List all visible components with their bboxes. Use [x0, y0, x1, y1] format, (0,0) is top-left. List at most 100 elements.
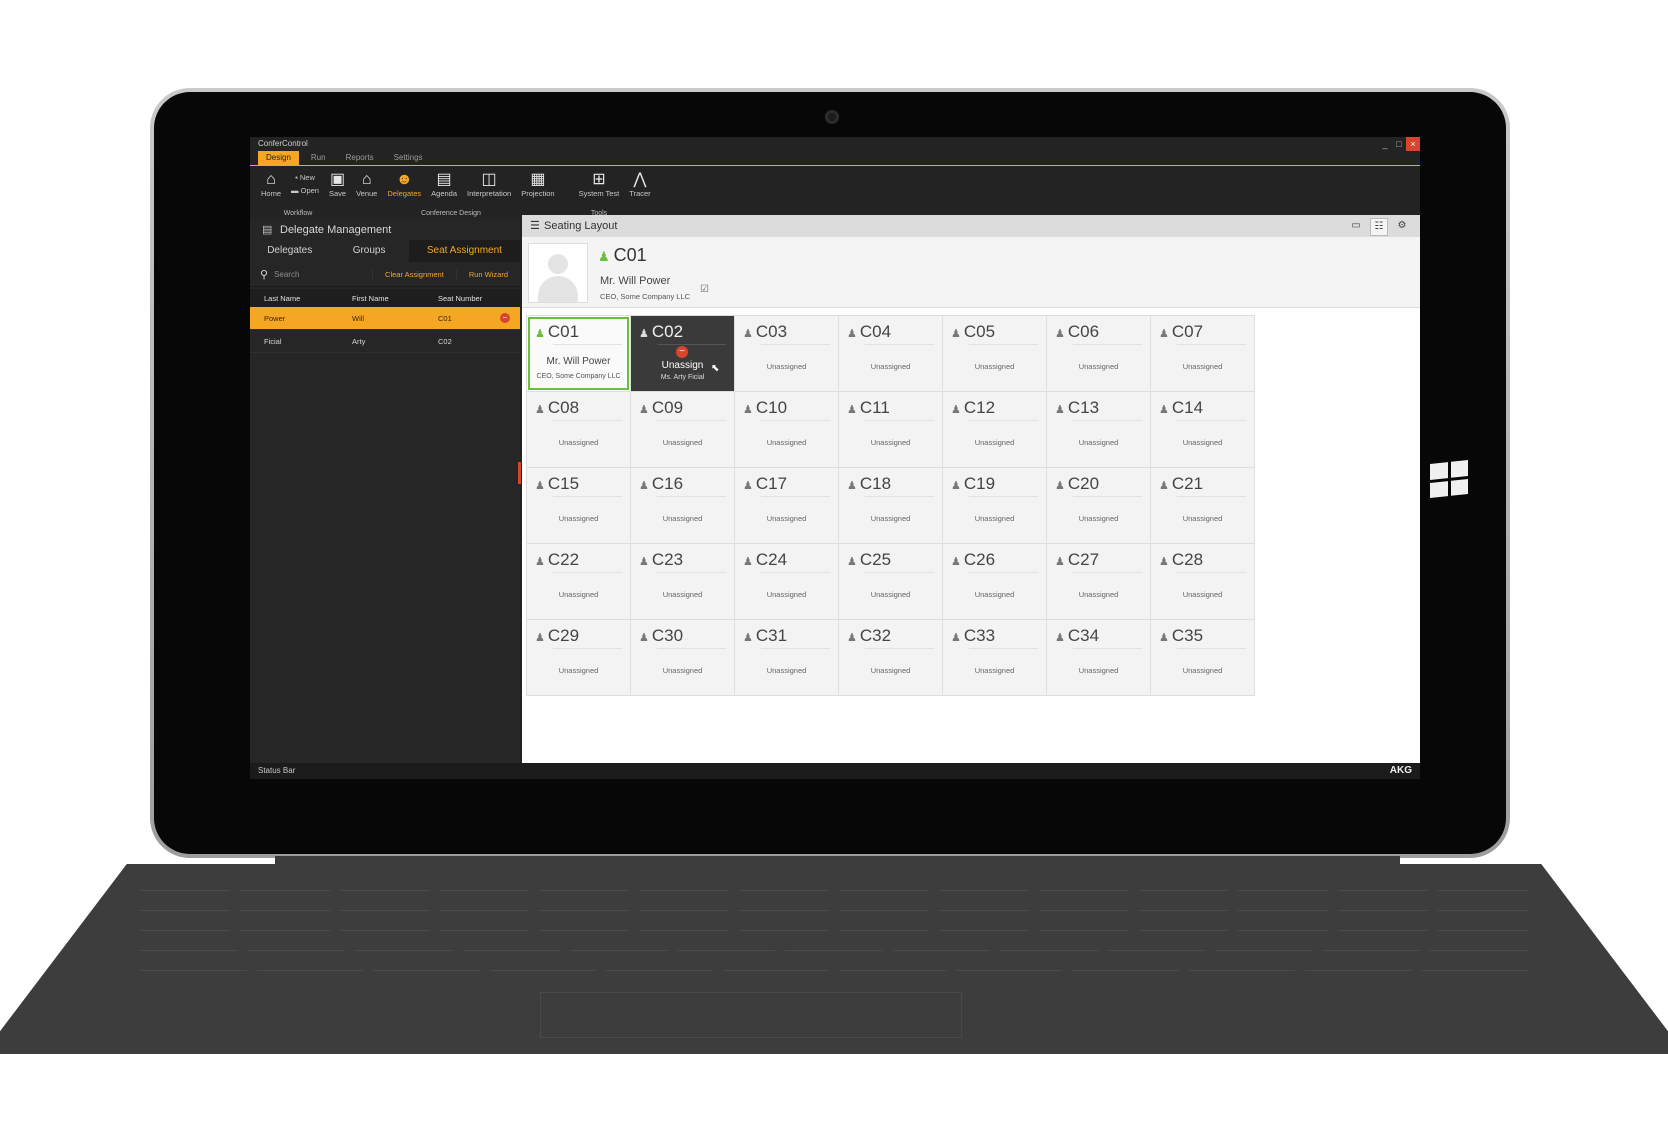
chair-icon: ♟: [951, 632, 961, 644]
maximize-button[interactable]: □: [1392, 137, 1406, 151]
seat-c32[interactable]: ♟ C32 Unassigned: [839, 620, 942, 695]
seat-status: Unassigned: [662, 590, 703, 599]
system-test-button[interactable]: ⊞ System Test: [574, 166, 625, 198]
search-input[interactable]: Search: [274, 270, 372, 279]
seat-c15[interactable]: ♟ C15 Unassigned: [527, 468, 630, 543]
seat-c03[interactable]: ♟ C03 Unassigned: [735, 316, 838, 391]
tab-design[interactable]: Design: [258, 151, 299, 165]
chair-icon: ♟: [1159, 328, 1169, 340]
gear-icon[interactable]: ⚙: [1394, 218, 1410, 234]
seat-c01[interactable]: ♟ C01 Mr. Will Power CEO, Some Company LLC: [527, 316, 630, 391]
seat-c04[interactable]: ♟ C04 Unassigned: [839, 316, 942, 391]
seat-c34[interactable]: ♟ C34 Unassigned: [1047, 620, 1150, 695]
tab-delegates[interactable]: Delegates: [250, 240, 329, 262]
home-icon: ⌂: [266, 171, 276, 188]
home-button[interactable]: ⌂ Home: [256, 166, 286, 198]
seat-c11[interactable]: ♟ C11 Unassigned: [839, 392, 942, 467]
tab-settings[interactable]: Settings: [386, 151, 431, 165]
seat-status: Unassigned: [558, 666, 599, 675]
seat-c30[interactable]: ♟ C30 Unassigned: [631, 620, 734, 695]
seat-c09[interactable]: ♟ C09 Unassigned: [631, 392, 734, 467]
col-first-name[interactable]: First Name: [352, 294, 438, 303]
tab-seat-assignment[interactable]: Seat Assignment: [408, 240, 520, 262]
panel-tabs: Delegates Groups Seat Assignment: [250, 240, 520, 262]
seat-c29[interactable]: ♟ C29 Unassigned: [527, 620, 630, 695]
display-icon[interactable]: ▭: [1348, 218, 1364, 234]
app-window: ConferControl _ □ × Design Run Reports S…: [250, 137, 1420, 779]
seat-c20[interactable]: ♟ C20 Unassigned: [1047, 468, 1150, 543]
seat-c26[interactable]: ♟ C26 Unassigned: [943, 544, 1046, 619]
checkbox-icon[interactable]: ☑: [700, 284, 709, 295]
seat-c02[interactable]: ♟ C02− Unassign Ms. Arty Ficial ⬉: [631, 316, 734, 391]
new-icon: ▪: [295, 173, 298, 182]
chair-icon: ♟: [639, 404, 649, 416]
table-row[interactable]: Ficial Arty C02: [250, 330, 520, 353]
seat-c23[interactable]: ♟ C23 Unassigned: [631, 544, 734, 619]
projection-button[interactable]: ▦ Projection: [516, 166, 559, 198]
seat-status: Unassigned: [558, 514, 599, 523]
col-last-name[interactable]: Last Name: [250, 294, 352, 303]
seat-c27[interactable]: ♟ C27 Unassigned: [1047, 544, 1150, 619]
seat-status: Unassigned: [766, 590, 807, 599]
trackpad[interactable]: [540, 992, 962, 1038]
close-button[interactable]: ×: [1406, 137, 1420, 151]
seat-status: Unassigned: [1182, 362, 1223, 371]
table-row[interactable]: Power Will C01 −: [250, 307, 520, 330]
venue-button[interactable]: ⌂ Venue: [351, 166, 382, 198]
seat-c13[interactable]: ♟ C13 Unassigned: [1047, 392, 1150, 467]
seat-c16[interactable]: ♟ C16 Unassigned: [631, 468, 734, 543]
unassign-icon[interactable]: −: [676, 346, 688, 358]
seat-c18[interactable]: ♟ C18 Unassigned: [839, 468, 942, 543]
seat-c08[interactable]: ♟ C08 Unassigned: [527, 392, 630, 467]
seat-c35[interactable]: ♟ C35 Unassigned: [1151, 620, 1254, 695]
save-button[interactable]: ▣ Save: [324, 166, 351, 198]
chair-icon: ♟: [743, 328, 753, 340]
seat-c21[interactable]: ♟ C21 Unassigned: [1151, 468, 1254, 543]
chair-icon: ♟: [1055, 556, 1065, 568]
delegates-icon: ☻: [395, 171, 413, 188]
remove-icon[interactable]: −: [500, 313, 510, 323]
list-view-icon[interactable]: ☷: [1370, 218, 1388, 236]
seat-status: Unassigned: [662, 666, 703, 675]
seat-c12[interactable]: ♟ C12 Unassigned: [943, 392, 1046, 467]
seat-status: Unassigned: [662, 438, 703, 447]
tab-run[interactable]: Run: [303, 151, 334, 165]
seat-c17[interactable]: ♟ C17 Unassigned: [735, 468, 838, 543]
menu-icon[interactable]: ☰: [530, 215, 540, 237]
detail-company: CEO, Some Company LLC: [600, 292, 691, 301]
chair-icon: ♟: [847, 480, 857, 492]
seat-c14[interactable]: ♟ C14 Unassigned: [1151, 392, 1254, 467]
seat-c19[interactable]: ♟ C19 Unassigned: [943, 468, 1046, 543]
seat-c07[interactable]: ♟ C07 Unassigned: [1151, 316, 1254, 391]
seat-status: Unassigned: [766, 666, 807, 675]
seat-status: Unassigned: [766, 438, 807, 447]
clear-assignment-button[interactable]: Clear Assignment: [372, 269, 456, 279]
new-button[interactable]: ▪ New: [295, 171, 315, 184]
interpretation-button[interactable]: ◫ Interpretation: [462, 166, 516, 198]
tracer-button[interactable]: ⋀ Tracer: [624, 166, 655, 198]
seat-c28[interactable]: ♟ C28 Unassigned: [1151, 544, 1254, 619]
seat-c25[interactable]: ♟ C25 Unassigned: [839, 544, 942, 619]
panel-splitter[interactable]: [518, 462, 521, 484]
windows-logo-icon[interactable]: [1430, 460, 1468, 498]
seat-status: Unassigned: [974, 438, 1015, 447]
seat-c22[interactable]: ♟ C22 Unassigned: [527, 544, 630, 619]
seat-c10[interactable]: ♟ C10 Unassigned: [735, 392, 838, 467]
col-seat-number[interactable]: Seat Number: [438, 294, 508, 303]
seat-c31[interactable]: ♟ C31 Unassigned: [735, 620, 838, 695]
seat-c33[interactable]: ♟ C33 Unassigned: [943, 620, 1046, 695]
delegates-button[interactable]: ☻ Delegates: [382, 166, 426, 198]
tab-reports[interactable]: Reports: [338, 151, 382, 165]
run-wizard-button[interactable]: Run Wizard: [455, 269, 520, 279]
tracer-icon: ⋀: [633, 171, 647, 188]
minimize-button[interactable]: _: [1378, 137, 1392, 151]
open-button[interactable]: ▬ Open: [291, 184, 319, 197]
seat-c24[interactable]: ♟ C24 Unassigned: [735, 544, 838, 619]
agenda-button[interactable]: ▤ Agenda: [426, 166, 462, 198]
seat-c06[interactable]: ♟ C06 Unassigned: [1047, 316, 1150, 391]
chair-icon: ♟: [743, 556, 753, 568]
seat-c05[interactable]: ♟ C05 Unassigned: [943, 316, 1046, 391]
ribbon-toolbar: ⌂ Home ▪ New ▬ Open ▣ Save ⌂ Venue ☻ Delegat…: [250, 166, 1420, 210]
tab-groups[interactable]: Groups: [329, 240, 408, 262]
chair-icon: ♟: [743, 632, 753, 644]
